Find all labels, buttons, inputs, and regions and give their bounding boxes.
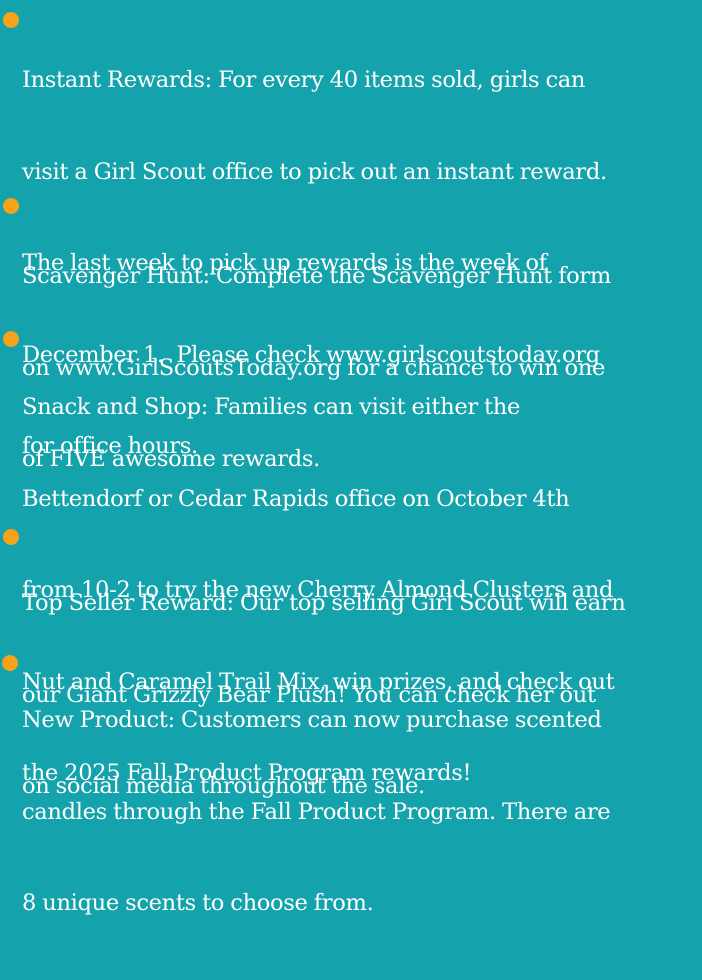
orange-bullet-icon (3, 12, 19, 28)
text-line: Scavenger Hunt: Complete the Scavenger H… (22, 263, 611, 289)
text-line: Top Seller Reward: Our top selling Girl … (22, 590, 626, 616)
flyer-page: Instant Rewards: For every 40 items sold… (0, 0, 702, 916)
text-line: 8 unique scents to choose from. (22, 890, 374, 916)
orange-bullet-icon (3, 529, 19, 545)
text-line: visit a Girl Scout office to pick out an… (22, 158, 607, 185)
list-item-text: New Product: Customers can now purchase … (22, 644, 702, 980)
text-line: Bettendorf or Cedar Rapids office on Oct… (22, 485, 570, 512)
orange-bullet-icon (2, 655, 18, 671)
text-line: Snack and Shop: Families can visit eithe… (22, 394, 521, 420)
orange-bullet-icon (3, 331, 19, 347)
text-line: New Product: Customers can now purchase … (22, 707, 602, 733)
text-line: candles through the Fall Product Program… (22, 798, 611, 825)
text-line: Instant Rewards: For every 40 items sold… (22, 67, 586, 93)
orange-bullet-icon (3, 198, 19, 214)
